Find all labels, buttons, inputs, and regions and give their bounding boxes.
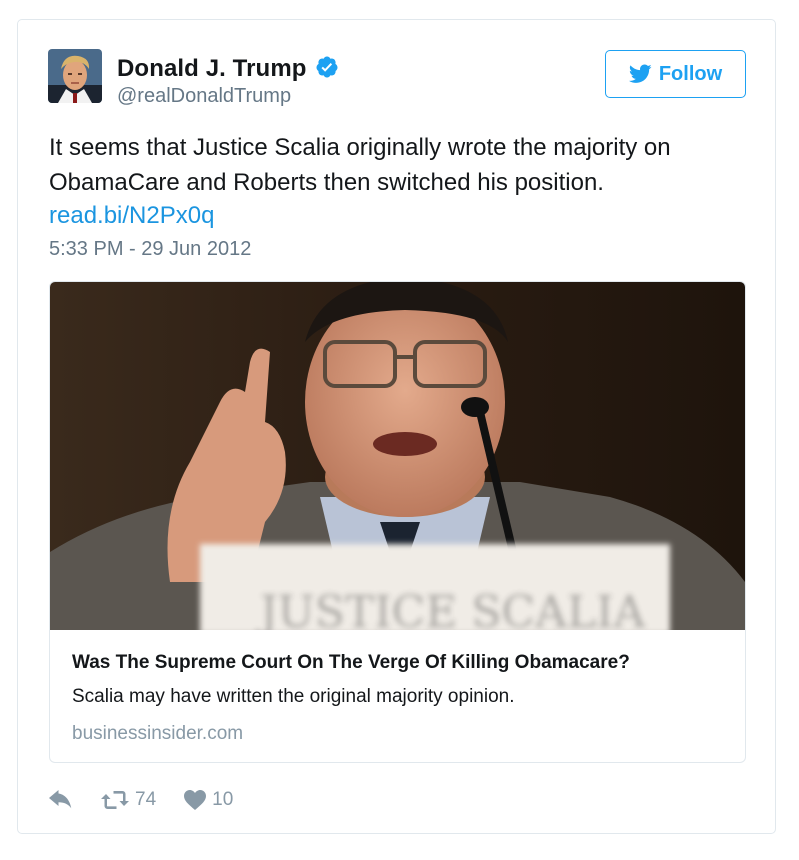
follow-button[interactable]: Follow — [605, 50, 746, 98]
svg-text:JUSTICE SCALIA: JUSTICE SCALIA — [256, 587, 647, 630]
heart-icon — [184, 790, 207, 810]
display-name[interactable]: Donald J. Trump — [117, 55, 307, 83]
reply-button[interactable] — [49, 790, 73, 810]
like-button[interactable]: 10 — [184, 789, 233, 811]
retweet-icon — [101, 791, 129, 809]
verified-badge-icon — [316, 56, 338, 78]
avatar[interactable] — [48, 49, 102, 103]
card-domain: businessinsider.com — [72, 723, 244, 744]
tweet-actions: 74 10 — [49, 788, 261, 812]
follow-label: Follow — [658, 62, 723, 85]
retweet-button[interactable]: 74 — [101, 789, 156, 811]
twitter-bird-icon — [628, 64, 652, 83]
retweet-count: 74 — [135, 789, 157, 810]
reply-icon — [49, 790, 72, 809]
tweet-card: Donald J. Trump @realDonaldTrump Follow … — [17, 19, 776, 834]
tweet-text: It seems that Justice Scalia originally … — [49, 134, 671, 196]
author-block: Donald J. Trump @realDonaldTrump — [117, 54, 339, 108]
card-photo[interactable]: JUSTICE SCALIA — [50, 282, 745, 630]
card-description: Scalia may have written the original maj… — [72, 686, 515, 707]
name-row: Donald J. Trump — [117, 54, 339, 84]
card-title[interactable]: Was The Supreme Court On The Verge Of Ki… — [72, 652, 630, 674]
handle[interactable]: @realDonaldTrump — [117, 85, 339, 108]
like-count: 10 — [212, 789, 234, 810]
link-preview-card[interactable]: JUSTICE SCALIA Was The Supreme Court On … — [49, 281, 746, 763]
tweet-timestamp[interactable]: 5:33 PM - 29 Jun 2012 — [49, 238, 251, 261]
tweet-link[interactable]: read.bi/N2Px0q — [49, 198, 214, 233]
